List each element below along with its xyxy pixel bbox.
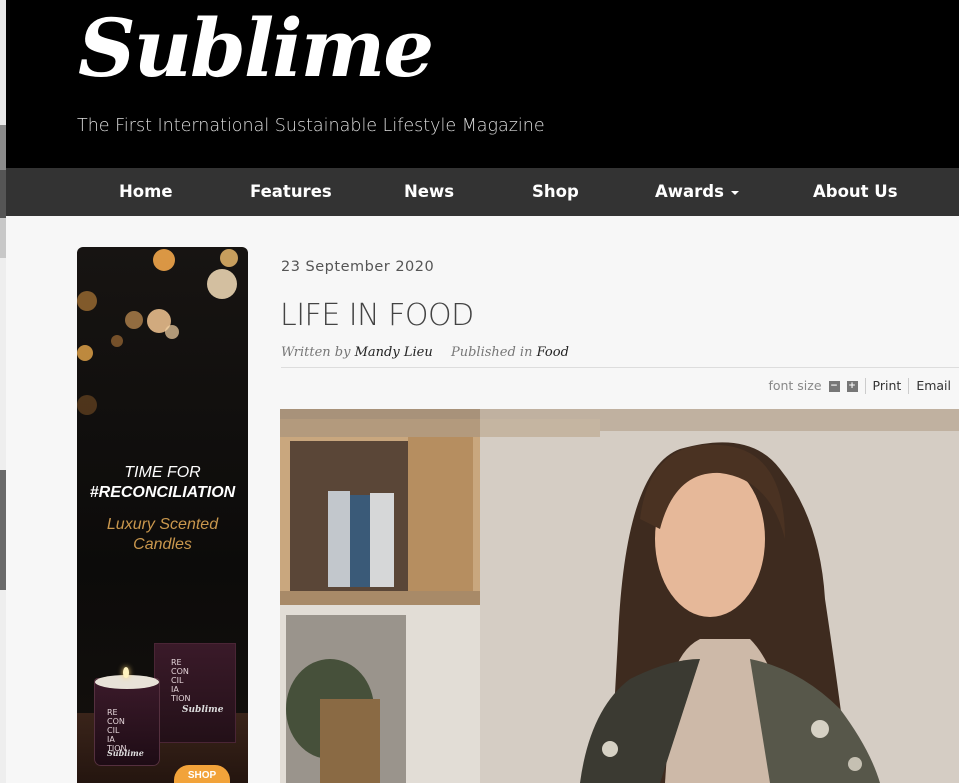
flame-icon (123, 667, 129, 678)
bokeh-light (111, 335, 123, 347)
nav-item-news[interactable]: News (404, 168, 454, 216)
bokeh-light (77, 345, 93, 361)
box-text-line: IA (171, 685, 179, 694)
written-by-label: Written by (281, 345, 351, 360)
tools-separator (908, 378, 910, 394)
candle-text-line: CIL (107, 726, 120, 735)
nav-item-awards-label: Awards (655, 182, 724, 201)
nav-item-about-us[interactable]: About Us (813, 168, 898, 216)
email-link[interactable]: Email (916, 377, 951, 395)
candle-text-line: RE (107, 708, 118, 717)
site-header: Sublime The First International Sustaina… (6, 0, 959, 168)
candle-jar: RE CON CIL IA TION Sublime (95, 679, 159, 765)
nav-item-home[interactable]: Home (119, 168, 173, 216)
candle-brand: Sublime (107, 748, 144, 758)
tools-separator (864, 378, 866, 394)
box-text-line: CIL (171, 676, 184, 685)
browser-edge (0, 0, 6, 783)
candle-text-line: CON (107, 717, 125, 726)
site-logo[interactable]: Sublime (78, 4, 434, 92)
bokeh-light (77, 291, 97, 311)
byline-divider (281, 367, 959, 368)
plus-icon[interactable]: + (846, 380, 858, 392)
ad-subheadline: Luxury Scented Candles (77, 515, 248, 555)
category-link[interactable]: Food (537, 345, 569, 360)
sidebar-ad-banner[interactable]: TIME FOR #RECONCILIATION Luxury Scented … (77, 247, 248, 783)
nav-item-awards[interactable]: Awards (655, 168, 739, 216)
font-size-label: font size (768, 378, 822, 393)
article-byline: Written by Mandy Lieu Published in Food (281, 345, 569, 360)
ad-shop-button[interactable]: SHOP (174, 765, 230, 783)
bokeh-light (220, 249, 238, 267)
main-nav: Home Features News Shop Awards About Us (6, 168, 959, 216)
nav-item-shop[interactable]: Shop (532, 168, 579, 216)
bokeh-light (77, 395, 97, 415)
article-date: 23 September 2020 (281, 259, 435, 275)
article-hero-image (280, 409, 959, 783)
candle-text-line: IA (107, 735, 115, 744)
caret-down-icon (730, 190, 739, 195)
candle-box-label: RE CON CIL IA TION (171, 658, 191, 703)
ad-subheadline-line1: Luxury Scented (106, 516, 219, 533)
candle-box-brand: Sublime (182, 705, 224, 715)
minus-icon[interactable]: − (828, 380, 840, 392)
author-name[interactable]: Mandy Lieu (355, 345, 433, 360)
site-tagline: The First International Sustainable Life… (77, 116, 545, 136)
ad-headline-line1: TIME FOR (124, 464, 201, 481)
bokeh-light (153, 249, 175, 271)
article-tools: font size − + Print Email (768, 377, 951, 395)
box-text-line: RE (171, 658, 182, 667)
bokeh-light (125, 311, 143, 329)
article-title: LIFE IN FOOD (280, 298, 474, 333)
ad-headline: TIME FOR #RECONCILIATION (77, 463, 248, 503)
hero-photo (280, 409, 959, 783)
ad-headline-line2: #RECONCILIATION (89, 484, 236, 501)
bokeh-light (165, 325, 179, 339)
candle-label: RE CON CIL IA TION (107, 708, 127, 753)
candle-box: RE CON CIL IA TION Sublime (155, 644, 235, 742)
nav-item-features[interactable]: Features (250, 168, 332, 216)
published-in-label: Published in (450, 345, 533, 360)
box-text-line: TION (171, 694, 191, 703)
bokeh-light (207, 269, 237, 299)
print-link[interactable]: Print (873, 377, 902, 395)
ad-subheadline-line2: Candles (133, 536, 192, 553)
box-text-line: CON (171, 667, 189, 676)
